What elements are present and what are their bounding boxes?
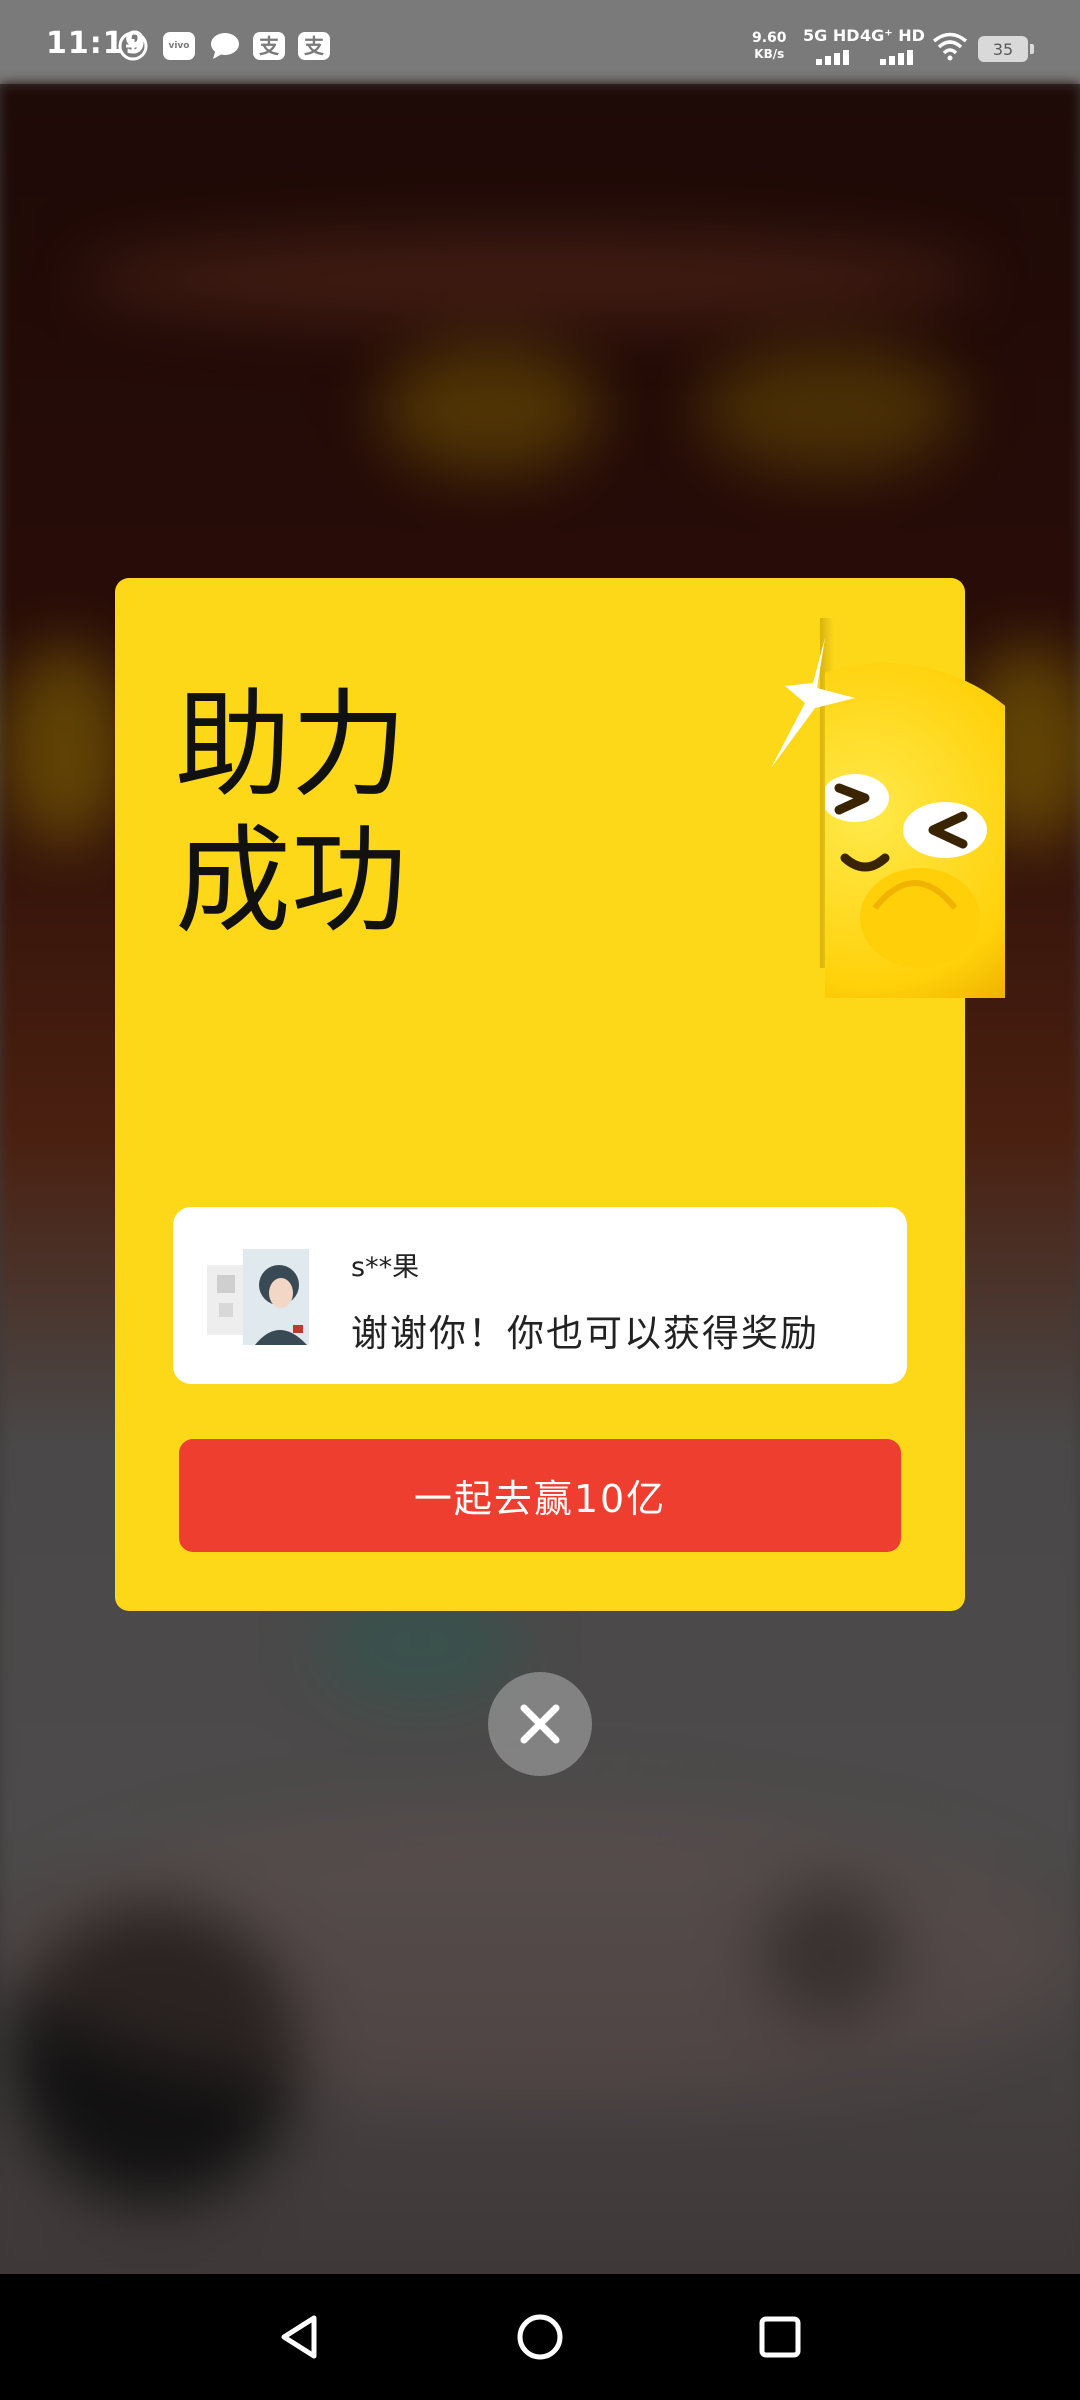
navigation-bar bbox=[0, 2274, 1080, 2400]
battery-indicator: 35 bbox=[978, 36, 1034, 62]
network-speed: 9.60 KB/s bbox=[752, 30, 787, 61]
plus-circle-icon bbox=[116, 30, 150, 62]
signal-bars-icon bbox=[880, 50, 913, 65]
screen: 11:19 vivo 支 支 9.60 KB/s 5G HD 4G⁺ HD 35… bbox=[0, 0, 1080, 2400]
back-button[interactable] bbox=[275, 2312, 325, 2362]
friend-message-box: s**果 谢谢你！你也可以获得奖励 bbox=[173, 1207, 907, 1384]
close-button[interactable] bbox=[488, 1672, 592, 1776]
recents-square-icon bbox=[759, 2316, 801, 2358]
popup-title-line2: 成功 bbox=[175, 814, 407, 949]
friend-name: s**果 bbox=[351, 1252, 420, 1283]
vivo-icon: vivo bbox=[162, 30, 196, 62]
friend-message: 谢谢你！你也可以获得奖励 bbox=[351, 1312, 819, 1355]
assist-success-popup: 助力 成功 s**果 谢谢你！你也可以获得奖励 一起去赢10亿 bbox=[115, 578, 1005, 1611]
home-button[interactable] bbox=[515, 2312, 565, 2362]
wifi-icon bbox=[930, 30, 970, 62]
win-10-billion-button[interactable]: 一起去赢10亿 bbox=[179, 1439, 901, 1552]
recents-button[interactable] bbox=[755, 2312, 805, 2362]
back-triangle-icon bbox=[281, 2315, 317, 2359]
network-label-5g: 5G HD bbox=[803, 26, 860, 45]
sparkle-icon bbox=[765, 638, 855, 768]
close-x-icon bbox=[520, 1704, 560, 1744]
home-circle-icon bbox=[517, 2314, 563, 2360]
network-label-4g: 4G⁺ HD bbox=[860, 26, 925, 45]
avatar bbox=[207, 1245, 311, 1349]
alipay-icon: 支 bbox=[297, 30, 331, 62]
signal-bars-icon bbox=[816, 50, 849, 65]
message-bubble-icon bbox=[208, 30, 242, 62]
popup-title-line1: 助力 bbox=[175, 678, 407, 813]
alipay-icon: 支 bbox=[252, 30, 286, 62]
popup-title: 助力 成功 bbox=[175, 678, 575, 950]
status-bar: 11:19 vivo 支 支 9.60 KB/s 5G HD 4G⁺ HD 35 bbox=[0, 0, 1080, 84]
